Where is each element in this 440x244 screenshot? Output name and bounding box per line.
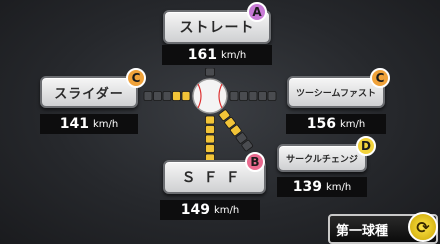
meter-segment-right (229, 91, 239, 101)
pitch-name: ツーシームファスト (295, 88, 376, 99)
meter-segment-left (162, 91, 172, 101)
baseball-arrows-icon: ⟳ (408, 212, 438, 242)
meter-segment-down (205, 144, 215, 153)
speed-unit: km/h (339, 118, 366, 130)
speed-value: 141 (59, 116, 89, 132)
meter-segment-right (248, 91, 258, 101)
grade-badge-straight: A (247, 2, 267, 22)
breaking-ball-chart (143, 68, 277, 160)
pitch-button-slider[interactable]: スライダー (40, 76, 138, 108)
speed-unit: km/h (220, 49, 247, 61)
meter-segment-right (258, 91, 267, 101)
first-pitch-indicator[interactable]: 第一球種 ⟳ (318, 212, 440, 244)
pitch-name: サークルチェンジ (286, 154, 358, 165)
pitch-button-circle-change[interactable]: サークルチェンジ (277, 144, 367, 172)
meter-segment-down (205, 115, 215, 125)
speed-value: 139 (292, 179, 322, 195)
speed-circle-change: 139 km/h (277, 177, 367, 197)
speed-unit: km/h (92, 118, 119, 130)
meter-segment-right (239, 91, 248, 101)
meter-segment-left (172, 91, 181, 101)
speed-unit: km/h (213, 204, 240, 216)
speed-straight: 161 km/h (162, 45, 272, 65)
speed-value: 156 (306, 116, 336, 132)
meter-segment-up (205, 68, 215, 77)
speed-value: 149 (180, 202, 210, 218)
speed-two-seam: 156 km/h (286, 114, 386, 134)
speed-sff: 149 km/h (160, 200, 260, 220)
meter-segment-down (205, 134, 215, 144)
grade-badge-circle-change: D (356, 136, 376, 156)
speed-slider: 141 km/h (40, 114, 138, 134)
pitch-name: ＳＦＦ (181, 170, 248, 186)
meter-segment-down (205, 125, 215, 134)
pitch-name: スライダー (54, 86, 124, 102)
speed-unit: km/h (325, 181, 352, 193)
meter-segment-left (153, 91, 162, 101)
meter-segment-right (267, 91, 277, 101)
pitch-name: ストレート (179, 20, 255, 36)
meter-segment-left (143, 91, 153, 101)
speed-value: 161 (187, 47, 217, 63)
meter-segment-down (205, 153, 215, 160)
meter-segment-left (181, 91, 191, 101)
grade-badge-two-seam: C (370, 68, 390, 88)
